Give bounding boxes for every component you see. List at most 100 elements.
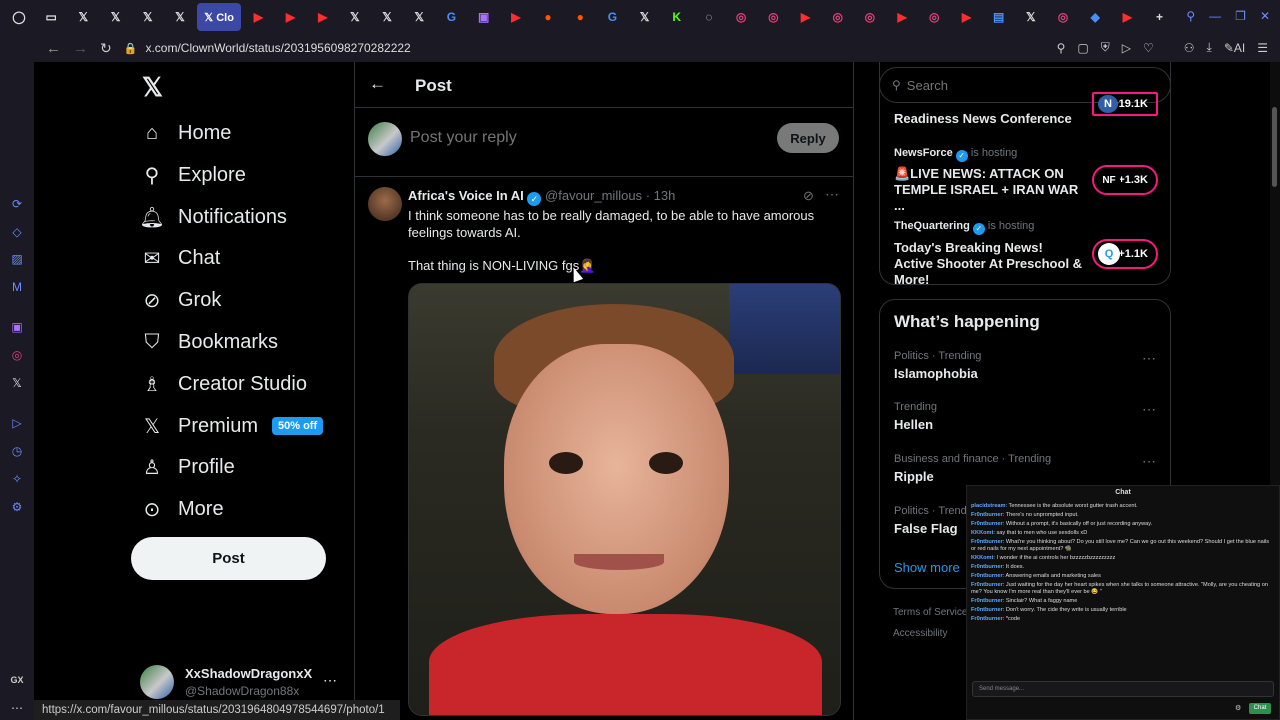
github-icon[interactable]: ◌ bbox=[694, 3, 724, 31]
heart-icon[interactable]: ♡ bbox=[1143, 41, 1154, 55]
x-icon[interactable]: 𝕏 bbox=[372, 3, 402, 31]
x-icon[interactable]: 𝕏 bbox=[1016, 3, 1046, 31]
author-handle[interactable]: @favour_millous bbox=[545, 188, 642, 203]
x-icon[interactable]: 𝕏 bbox=[101, 3, 131, 31]
space-listeners-pill[interactable]: N +19.1K bbox=[1092, 92, 1158, 116]
space-title[interactable]: 🚨LIVE NEWS: ATTACK ON TEMPLE ISRAEL + IR… bbox=[894, 166, 1084, 214]
instagram-icon[interactable]: ◎ bbox=[855, 3, 885, 31]
settings-icon[interactable]: ⚙ bbox=[9, 499, 25, 515]
nav-premium[interactable]: 𝕏 Premium 50% off bbox=[140, 406, 324, 446]
x-icon[interactable]: 𝕏 bbox=[9, 375, 25, 391]
scrollbar-thumb[interactable] bbox=[1272, 107, 1277, 187]
close-window-icon[interactable]: ✕ bbox=[1260, 9, 1270, 23]
back-arrow-icon[interactable]: ← bbox=[369, 74, 386, 94]
post-more-icon[interactable]: ⋯ bbox=[825, 186, 839, 203]
nav-creator-studio[interactable]: ♗ Creator Studio bbox=[140, 364, 307, 404]
history-icon[interactable]: ⟳ bbox=[9, 196, 25, 212]
profile-icon[interactable]: ⚇ bbox=[1184, 41, 1195, 55]
x-icon[interactable]: 𝕏 bbox=[133, 3, 163, 31]
youtube-icon[interactable]: ▶ bbox=[1112, 3, 1142, 31]
x-icon[interactable]: 𝕏 bbox=[68, 3, 98, 31]
youtube-icon[interactable]: ▶ bbox=[951, 3, 981, 31]
reddit-icon[interactable]: ● bbox=[533, 3, 563, 31]
nav-explore[interactable]: ⚲ Explore bbox=[140, 155, 246, 195]
gamepad-icon[interactable]: ▭ bbox=[36, 3, 66, 31]
chat-username[interactable]: Fr0ntburner bbox=[971, 512, 1003, 518]
reply-button[interactable]: Reply bbox=[777, 123, 839, 153]
nav-profile[interactable]: ♙ Profile bbox=[140, 447, 235, 487]
nav-notifications[interactable]: 🔔︎ Notifications bbox=[139, 197, 287, 237]
space-host-name[interactable]: TheQuartering bbox=[894, 220, 970, 232]
back-icon[interactable]: ← bbox=[46, 40, 61, 57]
pin-icon[interactable]: ⚲ bbox=[1057, 41, 1066, 55]
space-title[interactable]: Readiness News Conference bbox=[894, 111, 1084, 126]
bot-icon[interactable]: ◇ bbox=[9, 224, 25, 240]
twitch-icon[interactable]: ▣ bbox=[9, 319, 25, 335]
chat-username[interactable]: placidstream bbox=[971, 503, 1006, 509]
url-text[interactable]: x.com/ClownWorld/status/2031956098270282… bbox=[145, 41, 410, 55]
account-more-icon[interactable]: ⋯ bbox=[323, 672, 337, 689]
instagram-icon[interactable]: ◎ bbox=[919, 3, 949, 31]
ai-button[interactable]: ✎AI bbox=[1224, 41, 1245, 55]
chat-username[interactable]: KKKomt bbox=[971, 555, 993, 561]
kick-icon[interactable]: K bbox=[662, 3, 692, 31]
chat-settings-icon[interactable]: ⚙ bbox=[1235, 704, 1241, 712]
chat-username[interactable]: KKKomt bbox=[971, 530, 993, 536]
reddit-icon[interactable]: ● bbox=[565, 3, 595, 31]
menu-icon[interactable]: ☰ bbox=[1257, 41, 1268, 55]
space-host-name[interactable]: NewsForce bbox=[894, 147, 953, 159]
notes-icon[interactable]: ▨ bbox=[9, 251, 25, 267]
opera-icon[interactable]: ◯ bbox=[4, 3, 34, 31]
trend-more-icon[interactable]: ⋯ bbox=[1142, 401, 1156, 418]
minimize-icon[interactable]: — bbox=[1209, 9, 1221, 23]
new-tab-icon[interactable]: + bbox=[1145, 3, 1175, 31]
chat-send-button[interactable]: Chat bbox=[1249, 703, 1271, 714]
maximize-icon[interactable]: ❐ bbox=[1235, 9, 1246, 23]
clock-icon[interactable]: ◷ bbox=[9, 443, 25, 459]
x-logo-icon[interactable]: 𝕏 bbox=[142, 72, 163, 103]
youtube-icon[interactable]: ▶ bbox=[887, 3, 917, 31]
instagram-icon[interactable]: ◎ bbox=[758, 3, 788, 31]
chat-username[interactable]: Fr0ntburner bbox=[971, 582, 1003, 588]
post-button[interactable]: Post bbox=[131, 537, 326, 580]
nav-grok[interactable]: ⊘ Grok bbox=[140, 280, 222, 320]
instagram-icon[interactable]: ◎ bbox=[1048, 3, 1078, 31]
space-title[interactable]: Today's Breaking News! Active Shooter At… bbox=[894, 240, 1084, 288]
more-dots-icon[interactable]: ⋯ bbox=[9, 700, 25, 716]
nav-home[interactable]: ⌂ Home bbox=[140, 113, 231, 153]
chat-username[interactable]: Fr0ntburner bbox=[971, 521, 1003, 527]
grok-icon[interactable]: ⊘ bbox=[803, 188, 814, 204]
show-more-link[interactable]: Show more bbox=[894, 560, 960, 575]
play-icon[interactable]: ▷ bbox=[1122, 41, 1131, 55]
snapshot-icon[interactable]: ▢ bbox=[1077, 41, 1088, 55]
m-app-icon[interactable]: M bbox=[9, 279, 25, 295]
chat-username[interactable]: Fr0ntburner bbox=[971, 539, 1003, 545]
chat-username[interactable]: Fr0ntburner bbox=[971, 564, 1003, 570]
space-listeners-pill[interactable]: Q +1.1K bbox=[1092, 239, 1158, 269]
x-icon[interactable]: 𝕏 bbox=[165, 3, 195, 31]
gx-label[interactable]: GX bbox=[9, 672, 25, 688]
play-icon[interactable]: ▶ bbox=[308, 3, 338, 31]
author-name[interactable]: Africa's Voice In AI bbox=[408, 188, 524, 203]
space-listeners-pill[interactable]: NF +1.3K bbox=[1092, 165, 1158, 195]
twitch-icon[interactable]: ▣ bbox=[469, 3, 499, 31]
youtube-icon[interactable]: ▶ bbox=[501, 3, 531, 31]
nav-chat[interactable]: ✉ Chat bbox=[140, 238, 221, 278]
instagram-icon[interactable]: ◎ bbox=[9, 347, 25, 363]
post-time[interactable]: · 13h bbox=[646, 188, 676, 203]
chat-username[interactable]: Fr0ntburner bbox=[971, 598, 1003, 604]
google-icon[interactable]: G bbox=[436, 3, 466, 31]
author-avatar[interactable] bbox=[368, 187, 402, 221]
play-icon[interactable]: ▶ bbox=[276, 3, 306, 31]
post-image[interactable] bbox=[408, 283, 841, 716]
x-icon[interactable]: 𝕏 bbox=[404, 3, 434, 31]
forward-icon[interactable]: → bbox=[73, 40, 88, 57]
trend-item[interactable]: Trending Hellen bbox=[894, 401, 937, 432]
x-icon[interactable]: 𝕏 bbox=[340, 3, 370, 31]
download-icon[interactable]: ⤓ bbox=[1207, 40, 1212, 55]
x-icon[interactable]: 𝕏 bbox=[630, 3, 660, 31]
youtube-icon[interactable]: ▶ bbox=[791, 3, 821, 31]
x-icon[interactable]: 𝕏 Clo bbox=[197, 3, 242, 31]
reply-input[interactable] bbox=[410, 125, 770, 151]
chat-input[interactable]: Send message... bbox=[972, 681, 1274, 697]
